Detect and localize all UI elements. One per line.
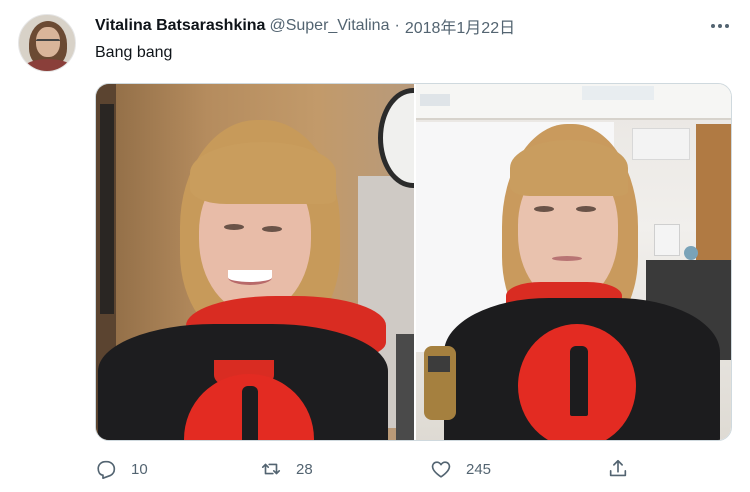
share-button[interactable] [607, 455, 629, 483]
like-count: 245 [466, 460, 492, 478]
like-button[interactable]: 245 [430, 455, 491, 483]
reply-count: 10 [131, 460, 148, 478]
tweet-header: Vitalina Batsarashkina @Super_Vitalina ·… [95, 15, 515, 37]
author-display-name[interactable]: Vitalina Batsarashkina [95, 17, 265, 35]
tweet: Vitalina Batsarashkina @Super_Vitalina ·… [0, 0, 750, 492]
more-options-button[interactable] [706, 16, 734, 36]
heart-icon [431, 461, 451, 478]
separator-dot: · [394, 17, 400, 34]
reply-icon [97, 460, 116, 479]
photo-left[interactable] [96, 84, 414, 440]
photo-right[interactable] [416, 84, 731, 440]
retweet-button[interactable]: 28 [260, 455, 313, 483]
avatar[interactable] [18, 14, 76, 72]
reply-button[interactable]: 10 [95, 455, 148, 483]
more-icon [711, 24, 715, 28]
media-grid [95, 83, 732, 441]
tweet-date[interactable]: 2018年1月22日 [405, 14, 515, 38]
share-icon [609, 459, 627, 477]
author-handle[interactable]: @Super_Vitalina [269, 17, 389, 35]
tweet-actions: 10 28 245 [95, 455, 732, 483]
tweet-text: Bang bang [95, 44, 173, 61]
retweet-icon [261, 463, 281, 475]
retweet-count: 28 [296, 460, 313, 478]
